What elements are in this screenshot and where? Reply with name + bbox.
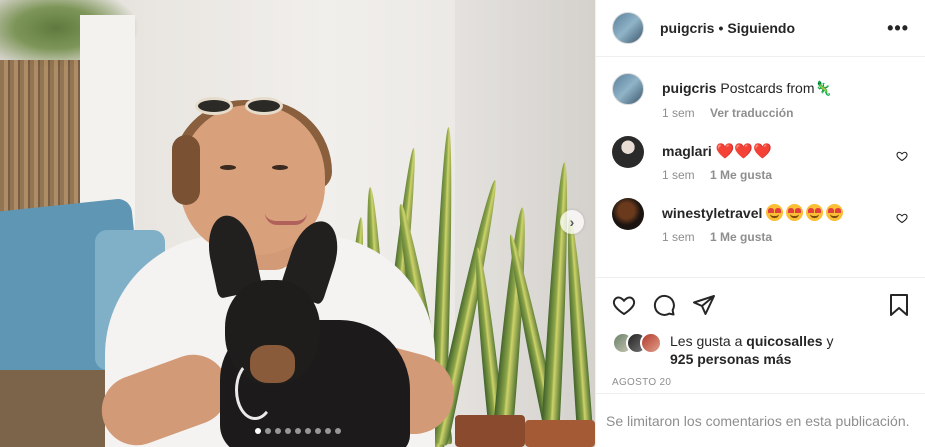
liker-avatars[interactable] [612,332,664,354]
caption-username[interactable]: puigcris [662,80,716,96]
chevron-right-icon: › [569,214,575,230]
comment-username[interactable]: winestyletravel [662,205,762,221]
comment-icon[interactable] [652,293,676,317]
heart-eyes-emoji-icon [826,204,844,221]
comment-item: maglari ❤️❤️❤️ 1 sem 1 Me gusta [612,136,909,182]
header-separator: • [718,20,724,36]
carousel-dot [334,428,341,434]
carousel-dot [314,428,321,434]
carousel-dot [324,428,331,434]
carousel-dot [304,428,311,434]
lizard-icon: 🦎 [814,81,832,97]
carousel-indicator [0,428,595,434]
comment-time[interactable]: 1 sem [662,168,695,182]
heart-eyes-emoji-icon [806,204,824,221]
translate-link[interactable]: Ver traducción [710,106,793,120]
post-side-panel: puigcris • Siguiendo ••• puigcris Postca… [595,0,925,447]
likes-count[interactable]: 925 personas más [670,351,791,367]
bookmark-icon[interactable] [888,293,910,317]
heart-icon[interactable] [895,150,909,182]
likes-prefix: Les gusta a [670,333,743,349]
comment-item: winestyletravel 1 sem 1 Me gusta [612,198,909,244]
comment-text: ❤️❤️❤️ [715,142,772,160]
comments-limited-note: Se limitaron los comentarios en esta pub… [596,393,925,447]
heart-eyes-emoji-icon [766,204,784,221]
photo-dog [180,211,410,447]
comment-likes[interactable]: 1 Me gusta [710,168,772,182]
carousel-dot [284,428,291,434]
comment-text [766,204,846,221]
heart-eyes-emoji-icon [786,204,804,221]
heart-icon[interactable] [612,293,636,317]
caption-time[interactable]: 1 sem [662,106,695,120]
photo-bench [0,370,110,447]
post-actions: Les gusta a quicosalles y 925 personas m… [596,277,925,388]
carousel-dot [294,428,301,434]
post-photo: › [0,0,595,447]
post-header: puigcris • Siguiendo ••• [596,0,925,57]
author-username[interactable]: puigcris [660,20,714,36]
likes-summary: Les gusta a quicosalles y 925 personas m… [612,332,910,368]
more-options-icon[interactable]: ••• [887,18,909,39]
likes-conj: y [826,333,834,349]
commenter-avatar[interactable] [612,198,644,230]
author-avatar[interactable] [612,12,644,44]
liker-username[interactable]: quicosalles [746,333,822,349]
author-avatar[interactable] [612,73,644,105]
commenter-avatar[interactable] [612,136,644,168]
comments-list[interactable]: puigcris Postcards from🦎 1 sem Ver tradu… [596,57,925,277]
caption-text: Postcards from [720,80,815,96]
carousel-next-button[interactable]: › [560,210,584,234]
comment-likes[interactable]: 1 Me gusta [710,230,772,244]
paper-plane-icon[interactable] [692,293,716,317]
comment-username[interactable]: maglari [662,143,712,159]
carousel-dot [254,428,261,434]
photo-person [91,95,463,447]
follow-status-button[interactable]: Siguiendo [727,20,795,36]
carousel-dot [274,428,281,434]
carousel-dot [264,428,271,434]
heart-icon[interactable] [895,212,909,244]
instagram-post-dialog: › puigcris • Siguiendo ••• puigcris Post… [0,0,925,447]
comment-time[interactable]: 1 sem [662,230,695,244]
caption: puigcris Postcards from🦎 1 sem Ver tradu… [612,73,909,120]
post-date[interactable]: AGOSTO 20 [612,377,910,388]
